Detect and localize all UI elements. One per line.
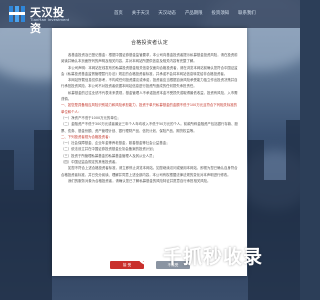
nav-item-home[interactable]: 首页 [114,10,123,16]
notice-paragraph: 本公司声明：本网站在线发布的私募投资基金相关信息仅面向合格投资者，请在浏览本网站… [61,65,238,76]
modal-body: 各基金投资及已登记基金：根据中国证券基金监管要求，本公司向基金投资者提示私募基金… [61,52,238,248]
brand-tagline: TianHan Investment [30,17,70,22]
nav-item-products[interactable]: 产品期限 [185,10,203,16]
nav-item-news[interactable]: 天汉动态 [158,10,176,16]
notice-paragraph: 如您不符合上述合格投资者标准，请立即停止浏览本网站。如您继续访问或使用本网站，即… [61,166,238,177]
modal-title: 合格投资者认定 [130,40,169,46]
nav-item-contact[interactable]: 联系我们 [238,10,256,16]
logo-icon [9,6,25,22]
brand-logo[interactable]: 天汉投资 TianHan Investment [8,2,70,35]
notice-paragraph: 本网站所载信息仅供参考，不构成任何投资建议或承诺，投资者应当根据自身风险承受能力… [61,78,238,89]
top-navigation-bar: 天汉投资 TianHan Investment 首页 关于天汉 天汉动态 产品期… [0,0,300,35]
nav-item-about[interactable]: 关于天汉 [132,10,150,16]
watermark: 千抓秒收录 [136,240,286,270]
notice-paragraph: 私募基金的过往业绩不代表未来表现，基金管理人不承诺投资本金不受损失或取得最低收益… [61,90,238,102]
notice-paragraph: 我们的服务对象为合格投资者，请确认您已了解私募基金的风险特征并愿意自行承担相关风… [68,178,211,183]
notice-paragraph: 各基金投资及已登记基金：根据中国证券基金监管要求，本公司向基金投资者提示私募基金… [61,53,238,64]
watermark-text: 千抓秒收录 [163,246,264,268]
notice-heading: 一、如您是具备相应风险识别能力和风险承担能力，投资于单只私募基金的金额不低于10… [61,103,237,114]
nav-item-notice[interactable]: 投资须知 [212,10,230,16]
main-nav: 首页 关于天汉 天汉动态 产品期限 投资须知 联系我们 [114,10,265,16]
watermark-icon [136,242,160,266]
qualified-investor-modal: 合格投资者认定 各基金投资及已登记基金：根据中国证券基金监管要求，本公司向基金投… [52,28,247,276]
notice-paragraph: （二）金融资产不低于300万元或者最近三年个人年均收入不低于50万元的个人。前款… [61,122,238,133]
